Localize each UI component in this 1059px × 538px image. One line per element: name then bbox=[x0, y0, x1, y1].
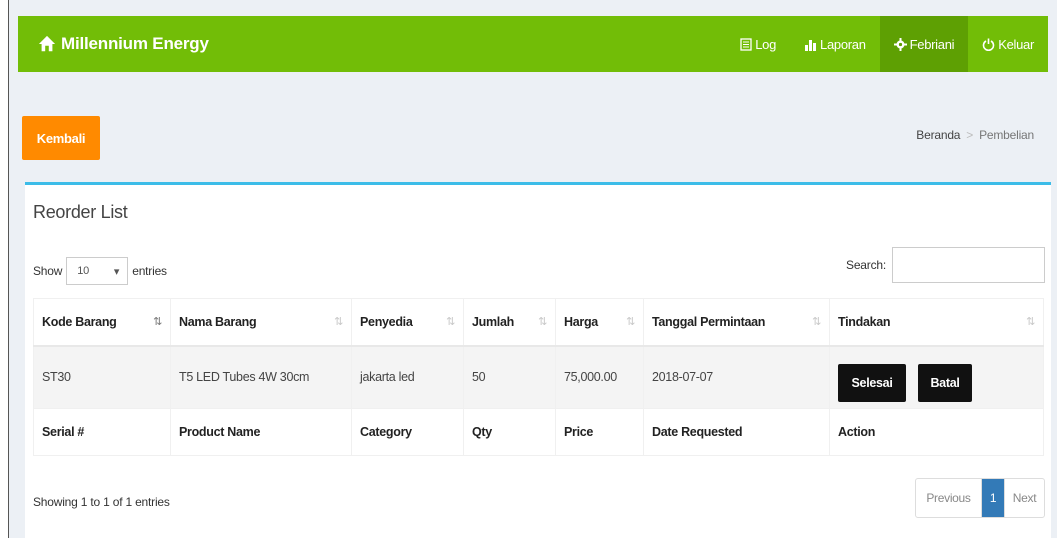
sort-icon: ⇅ bbox=[446, 316, 455, 328]
brand-name: Millennium Energy bbox=[61, 34, 209, 53]
top-navbar: Millennium Energy Log Laporan Febriani K… bbox=[18, 16, 1048, 72]
pagination: Previous 1 Next bbox=[915, 478, 1045, 518]
sort-asc-icon: ⇅ bbox=[153, 316, 162, 328]
page-1-button[interactable]: 1 bbox=[982, 479, 1004, 517]
cell-kode: ST30 bbox=[33, 345, 171, 409]
search-input[interactable] bbox=[892, 247, 1045, 283]
back-button[interactable]: Kembali bbox=[22, 116, 100, 160]
batal-button[interactable]: Batal bbox=[918, 364, 972, 403]
col-tindakan[interactable]: Tindakan ⇅ bbox=[829, 298, 1044, 347]
entries-select[interactable]: 10 ▾ bbox=[66, 257, 129, 285]
bar-chart-icon bbox=[805, 39, 817, 51]
cell-actions: Selesai Batal bbox=[829, 345, 1044, 409]
cell-harga: 75,000.00 bbox=[555, 345, 644, 409]
header-label: Jumlah bbox=[472, 314, 514, 329]
table-footer-row: Serial # Product Name Category Qty Price… bbox=[33, 408, 1044, 456]
footer-product-name: Product Name bbox=[170, 408, 352, 456]
col-harga[interactable]: Harga ⇅ bbox=[555, 298, 644, 347]
col-nama-barang[interactable]: Nama Barang ⇅ bbox=[170, 298, 352, 347]
power-icon bbox=[982, 38, 995, 51]
header-label: Kode Barang bbox=[42, 314, 117, 329]
footer-qty: Qty bbox=[463, 408, 556, 456]
footer-serial: Serial # bbox=[33, 408, 171, 456]
selesai-button[interactable]: Selesai bbox=[838, 364, 906, 403]
entries-value: 10 bbox=[77, 265, 90, 277]
footer-date-requested: Date Requested bbox=[643, 408, 830, 456]
header-label: Tindakan bbox=[838, 314, 891, 329]
reorder-box: Reorder List Show 10 ▾ entries Search: K… bbox=[25, 182, 1051, 538]
gear-icon bbox=[893, 37, 907, 51]
home-icon bbox=[38, 35, 56, 52]
footer-action: Action bbox=[829, 408, 1044, 456]
breadcrumb-separator: > bbox=[966, 128, 974, 142]
log-icon bbox=[740, 37, 752, 51]
sort-icon: ⇅ bbox=[1026, 316, 1035, 328]
show-label: Show bbox=[33, 264, 63, 278]
footer-category: Category bbox=[351, 408, 464, 456]
brand[interactable]: Millennium Energy bbox=[38, 34, 209, 54]
nav-log[interactable]: Log bbox=[726, 16, 790, 72]
search: Search: bbox=[846, 247, 1045, 283]
content-area: Kembali Beranda > Pembelian Reorder List S… bbox=[18, 72, 1051, 538]
entries-info: Showing 1 to 1 of 1 entries bbox=[33, 495, 170, 509]
chevron-down-icon: ▾ bbox=[113, 265, 120, 278]
previous-button[interactable]: Previous bbox=[916, 479, 982, 517]
table-header-row: Kode Barang ⇅ Nama Barang ⇅ Penyedia ⇅ Juml… bbox=[33, 298, 1044, 347]
show-entries: Show 10 ▾ entries bbox=[33, 257, 167, 285]
search-label: Search: bbox=[846, 258, 886, 272]
col-tanggal[interactable]: Tanggal Permintaan ⇅ bbox=[643, 298, 830, 347]
nav-menu: Log Laporan Febriani Keluar bbox=[726, 16, 1048, 72]
nav-keluar[interactable]: Keluar bbox=[968, 16, 1048, 72]
breadcrumb: Beranda > Pembelian bbox=[916, 128, 1034, 142]
nav-user-label: Febriani bbox=[909, 36, 955, 52]
cell-nama: T5 LED Tubes 4W 30cm bbox=[170, 345, 352, 409]
sort-icon: ⇅ bbox=[334, 316, 343, 328]
col-penyedia[interactable]: Penyedia ⇅ bbox=[351, 298, 464, 347]
sort-icon: ⇅ bbox=[626, 316, 635, 328]
header-label: Harga bbox=[564, 314, 598, 329]
col-kode-barang[interactable]: Kode Barang ⇅ bbox=[33, 298, 171, 347]
nav-user[interactable]: Febriani bbox=[879, 16, 969, 72]
reorder-table: Kode Barang ⇅ Nama Barang ⇅ Penyedia ⇅ Juml… bbox=[33, 298, 1044, 456]
breadcrumb-home[interactable]: Beranda bbox=[916, 128, 960, 142]
table-row: ST30 T5 LED Tubes 4W 30cm jakarta led 50… bbox=[33, 345, 1044, 409]
header-label: Tanggal Permintaan bbox=[652, 314, 766, 329]
nav-laporan[interactable]: Laporan bbox=[790, 16, 880, 72]
next-button[interactable]: Next bbox=[1004, 479, 1044, 517]
col-jumlah[interactable]: Jumlah ⇅ bbox=[463, 298, 556, 347]
cell-jumlah: 50 bbox=[463, 345, 556, 409]
nav-laporan-label: Laporan bbox=[820, 36, 866, 52]
sort-icon: ⇅ bbox=[538, 316, 547, 328]
header-label: Nama Barang bbox=[179, 314, 257, 329]
box-title: Reorder List bbox=[33, 202, 128, 222]
nav-log-label: Log bbox=[755, 36, 777, 52]
nav-keluar-label: Keluar bbox=[998, 36, 1034, 52]
footer-price: Price bbox=[555, 408, 644, 456]
cell-penyedia: jakarta led bbox=[351, 345, 464, 409]
sort-icon: ⇅ bbox=[812, 316, 821, 328]
entries-label: entries bbox=[132, 264, 167, 278]
cell-tanggal: 2018-07-07 bbox=[643, 345, 830, 409]
breadcrumb-current: Pembelian bbox=[979, 128, 1034, 142]
header-label: Penyedia bbox=[360, 314, 413, 329]
